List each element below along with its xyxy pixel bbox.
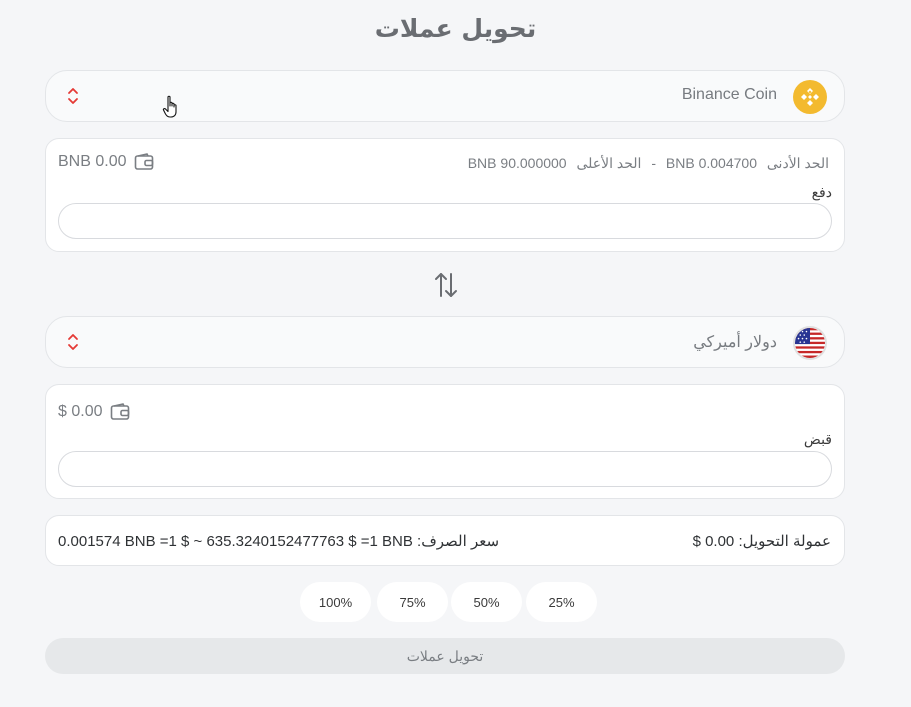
us-flag-icon (793, 326, 827, 360)
min-label: الحد الأدنى (766, 155, 829, 171)
page-title: تحويل عملات (374, 14, 537, 43)
conversion-info-bar: عمولة التحويل: 0.00 $ 0.001574 BNB =1 $ … (45, 515, 845, 566)
receive-field-label: قبض (803, 431, 832, 447)
to-currency-selector[interactable]: دولار أميركي (45, 316, 845, 368)
convert-button[interactable]: تحويل عملات (45, 638, 845, 674)
pay-balance-value: BNB 0.00 (58, 153, 127, 170)
chevron-updown-icon[interactable] (66, 331, 80, 353)
bnb-icon (793, 80, 827, 114)
min-value: 0.004700 BNB (665, 155, 757, 171)
receive-balance-value: $ 0.00 (58, 403, 103, 420)
receive-amount-input[interactable] (58, 451, 832, 487)
max-label: الحد الأعلى (576, 155, 642, 171)
percent-25-button[interactable]: 25% (526, 582, 597, 622)
percent-75-button[interactable]: 75% (377, 582, 448, 622)
percent-buttons: 100% 75% 50% 25% (0, 582, 911, 622)
chevron-updown-icon[interactable] (66, 85, 80, 107)
conversion-fee: عمولة التحويل: 0.00 $ (692, 533, 831, 550)
pay-amount-input[interactable] (58, 203, 832, 239)
percent-100-button[interactable]: 100% (300, 582, 371, 622)
pay-panel: الحد الأدنى 0.004700 BNB - الحد الأعلى 9… (45, 138, 845, 252)
pay-field-label: دفع (811, 184, 832, 200)
receive-balance: $ 0.00 (58, 403, 130, 421)
wallet-icon (111, 403, 130, 420)
max-value: 90.000000 BNB (467, 155, 567, 171)
swap-vertical-icon[interactable] (432, 270, 460, 300)
percent-50-button[interactable]: 50% (451, 582, 522, 622)
limits-separator: - (651, 155, 657, 171)
limits-text: الحد الأدنى 0.004700 BNB - الحد الأعلى 9… (465, 155, 832, 172)
wallet-icon (135, 153, 154, 170)
pay-balance: BNB 0.00 (58, 153, 154, 171)
hand-cursor-icon (162, 95, 177, 118)
to-coin-name: دولار أميركي (693, 334, 777, 351)
from-coin-name: Binance Coin (681, 86, 777, 103)
receive-panel: $ 0.00 قبض (45, 384, 845, 499)
exchange-rate: 0.001574 BNB =1 $ ~ 635.3240152477763 $ … (58, 533, 500, 550)
